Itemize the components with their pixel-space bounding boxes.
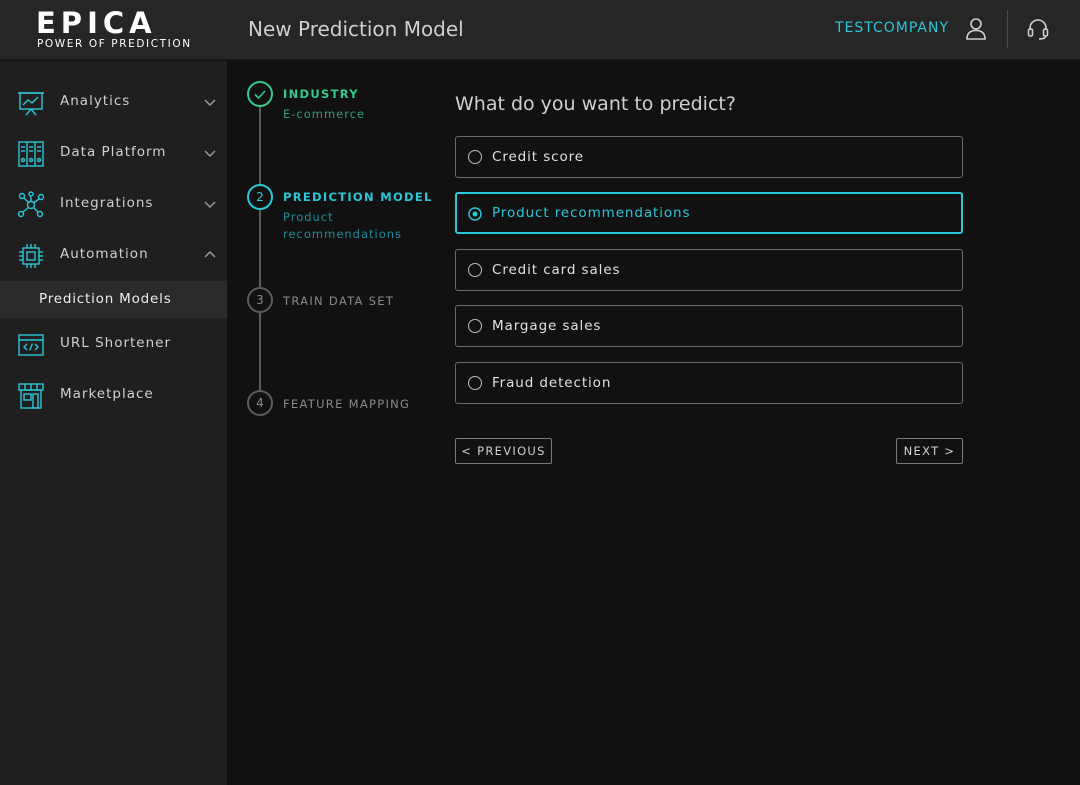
logo-tagline: POWER OF PREDICTION xyxy=(37,38,192,50)
step-2-title: PREDICTION MODEL xyxy=(283,190,433,204)
option-credit-score[interactable]: Credit score xyxy=(455,136,963,178)
step-1-title: INDUSTRY xyxy=(283,87,359,101)
option-label: Credit score xyxy=(492,149,584,165)
option-label: Product recommendations xyxy=(492,205,691,221)
option-label: Margage sales xyxy=(492,318,602,334)
previous-button[interactable]: < PREVIOUS xyxy=(455,438,552,464)
data-platform-icon xyxy=(18,141,44,167)
sidebar-item-label: Marketplace xyxy=(60,386,154,402)
radio-button[interactable] xyxy=(468,263,482,277)
sidebar-item-url-shortener[interactable]: URL Shortener xyxy=(0,319,227,370)
automation-chip-icon xyxy=(19,244,43,268)
step-3-title: TRAIN DATA SET xyxy=(283,294,395,308)
sidebar-item-label: Automation xyxy=(60,246,149,262)
sidebar: Analytics Data Platform Integrations Aut… xyxy=(0,61,227,785)
chevron-down-icon[interactable] xyxy=(203,148,217,158)
sidebar-item-analytics[interactable]: Analytics xyxy=(0,77,227,128)
radio-selected-icon xyxy=(468,207,482,221)
sidebar-item-data-platform[interactable]: Data Platform xyxy=(0,128,227,179)
chevron-down-icon[interactable] xyxy=(203,199,217,209)
company-name[interactable]: TESTCOMPANY xyxy=(835,20,949,36)
sidebar-item-label: URL Shortener xyxy=(60,335,172,351)
option-fraud-detection[interactable]: Fraud detection xyxy=(455,362,963,404)
option-product-recommendations[interactable]: Product recommendations xyxy=(455,192,963,234)
option-margage-sales[interactable]: Margage sales xyxy=(455,305,963,347)
step-2-number[interactable]: 2 xyxy=(247,184,273,210)
chevron-up-icon[interactable] xyxy=(203,250,217,260)
sidebar-subitem-prediction-models[interactable]: Prediction Models xyxy=(0,281,227,318)
analytics-presentation-icon xyxy=(18,92,44,116)
chevron-down-icon[interactable] xyxy=(203,97,217,107)
stepper-connector-line xyxy=(259,106,261,392)
integrations-network-icon xyxy=(17,191,45,218)
step-4-title: FEATURE MAPPING xyxy=(283,397,411,411)
next-button[interactable]: NEXT > xyxy=(896,438,963,464)
page-title: New Prediction Model xyxy=(248,17,464,41)
logo-wordmark: EPICA xyxy=(36,6,157,40)
option-label: Credit card sales xyxy=(492,262,621,278)
header-divider xyxy=(1007,10,1008,48)
step-1-check-icon[interactable] xyxy=(247,81,273,107)
sidebar-item-label: Data Platform xyxy=(60,144,167,160)
headset-support-icon[interactable] xyxy=(1026,17,1050,41)
step-4-number[interactable]: 4 xyxy=(247,390,273,416)
sidebar-item-automation[interactable]: Automation xyxy=(0,230,227,281)
checkmark-icon xyxy=(254,90,266,100)
marketplace-store-icon xyxy=(18,383,44,409)
user-icon[interactable] xyxy=(965,17,987,41)
url-code-window-icon xyxy=(18,334,44,356)
radio-button[interactable] xyxy=(468,376,482,390)
step-3-number[interactable]: 3 xyxy=(247,287,273,313)
sidebar-subitem-label: Prediction Models xyxy=(39,291,172,307)
step-2-subtitle: Product recommendations xyxy=(283,210,403,241)
sidebar-item-integrations[interactable]: Integrations xyxy=(0,179,227,230)
sidebar-item-marketplace[interactable]: Marketplace xyxy=(0,370,227,421)
option-label: Fraud detection xyxy=(492,375,612,391)
radio-button-selected[interactable] xyxy=(468,206,482,221)
option-credit-card-sales[interactable]: Credit card sales xyxy=(455,249,963,291)
question-heading: What do you want to predict? xyxy=(455,93,736,115)
radio-button[interactable] xyxy=(468,150,482,164)
top-header: EPICA POWER OF PREDICTION New Prediction… xyxy=(0,0,1080,60)
epica-logo[interactable]: EPICA POWER OF PREDICTION xyxy=(36,6,190,54)
sidebar-item-label: Analytics xyxy=(60,93,131,109)
step-1-subtitle: E-commerce xyxy=(283,107,366,121)
radio-button[interactable] xyxy=(468,319,482,333)
sidebar-item-label: Integrations xyxy=(60,195,154,211)
